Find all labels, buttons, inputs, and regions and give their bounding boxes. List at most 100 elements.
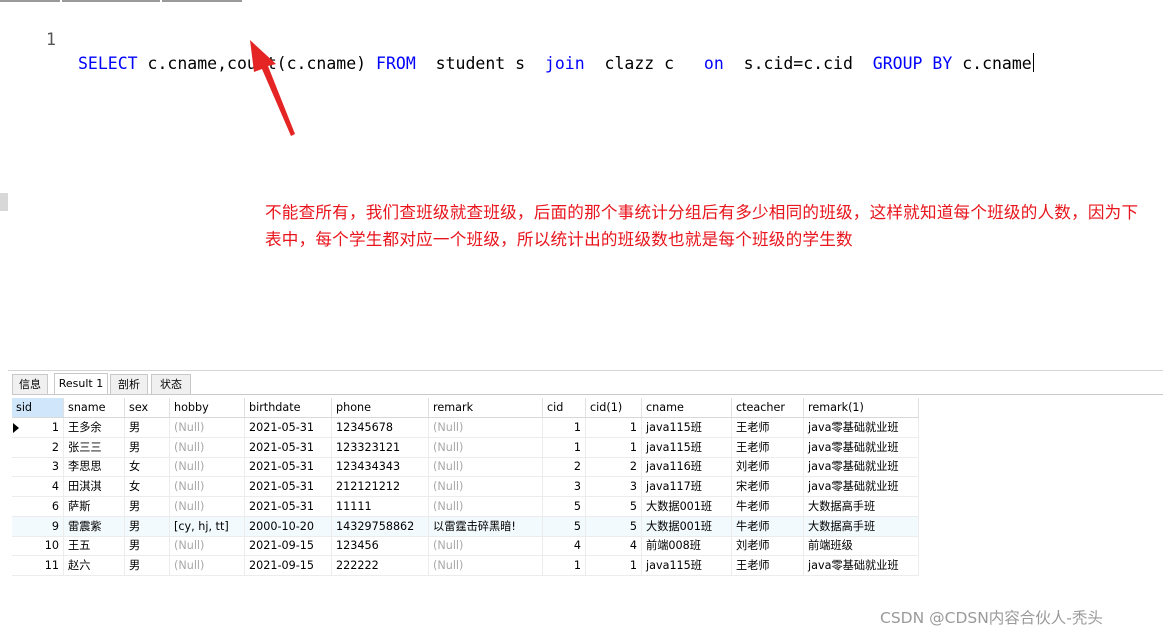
table-cell[interactable]: 2 bbox=[12, 437, 64, 457]
table-cell[interactable]: java零基础就业班 bbox=[804, 418, 919, 437]
table-cell[interactable]: 大数据001班 bbox=[642, 496, 732, 516]
table-cell[interactable]: 2021-05-31 bbox=[245, 496, 332, 516]
table-row[interactable]: 6 萨斯男 (Null) 2021-05-31 11111 (Null) 5 5 大数据001班… bbox=[12, 496, 919, 517]
table-row[interactable]: 4 田淇淇女 (Null) 2021-05-31 212121212 (Null) 3 3 ja… bbox=[12, 477, 919, 498]
table-cell[interactable]: 男 bbox=[125, 437, 170, 457]
table-cell[interactable]: 4 bbox=[586, 536, 642, 556]
table-cell[interactable]: 222222 bbox=[332, 555, 429, 575]
table-cell[interactable]: 萨斯 bbox=[64, 496, 125, 516]
table-cell[interactable]: 雷震紫 bbox=[64, 516, 125, 536]
table-cell[interactable]: 张三三 bbox=[64, 437, 125, 457]
table-cell[interactable]: 5 bbox=[586, 516, 642, 536]
table-cell[interactable]: 3 bbox=[543, 477, 586, 497]
table-cell[interactable]: java115班 bbox=[642, 418, 732, 437]
table-cell[interactable]: 3 bbox=[12, 457, 64, 477]
table-cell[interactable]: [cy, hj, tt] bbox=[170, 516, 245, 536]
table-cell[interactable]: 男 bbox=[125, 418, 170, 437]
table-cell[interactable]: 大数据高手班 bbox=[804, 496, 919, 516]
tab-profile[interactable]: 剖析 bbox=[110, 374, 148, 394]
table-cell[interactable]: (Null) bbox=[170, 496, 245, 516]
tab-result-1[interactable]: Result 1 bbox=[54, 373, 108, 395]
table-cell[interactable]: 王多余 bbox=[64, 418, 125, 437]
table-cell[interactable]: 2000-10-20 bbox=[245, 516, 332, 536]
table-cell[interactable]: 女 bbox=[125, 457, 170, 477]
table-cell[interactable]: (Null) bbox=[170, 457, 245, 477]
table-cell[interactable]: (Null) bbox=[170, 477, 245, 497]
table-cell[interactable]: 2 bbox=[543, 457, 586, 477]
table-cell[interactable]: 1 bbox=[543, 418, 586, 437]
table-cell[interactable]: 2021-05-31 bbox=[245, 418, 332, 437]
table-cell[interactable]: 刘老师 bbox=[732, 536, 804, 556]
table-row[interactable]: 9 雷震紫男 [cy, hj, tt] 2000-10-20 14329758862 以雷… bbox=[12, 516, 919, 537]
table-cell[interactable]: (Null) bbox=[429, 418, 543, 437]
table-cell[interactable]: 4 bbox=[543, 536, 586, 556]
column-header-sname[interactable]: sname bbox=[64, 398, 125, 417]
table-cell[interactable]: java零基础就业班 bbox=[804, 437, 919, 457]
table-cell[interactable]: 123456 bbox=[332, 536, 429, 556]
table-row[interactable]: 2 张三三男 (Null) 2021-05-31 123323121 (Null) 1 1 ja… bbox=[12, 437, 919, 458]
table-cell[interactable]: 前端008班 bbox=[642, 536, 732, 556]
column-header-remark[interactable]: remark bbox=[429, 398, 543, 417]
table-cell[interactable]: 2021-09-15 bbox=[245, 555, 332, 575]
table-cell[interactable]: 5 bbox=[543, 496, 586, 516]
table-cell[interactable]: (Null) bbox=[170, 418, 245, 437]
table-cell[interactable]: java零基础就业班 bbox=[804, 457, 919, 477]
table-cell[interactable]: 王五 bbox=[64, 536, 125, 556]
table-cell[interactable]: java116班 bbox=[642, 457, 732, 477]
column-header-phone[interactable]: phone bbox=[332, 398, 429, 417]
table-cell[interactable]: 刘老师 bbox=[732, 457, 804, 477]
table-cell[interactable]: 14329758862 bbox=[332, 516, 429, 536]
column-header-cid[interactable]: cid bbox=[543, 398, 586, 417]
table-cell[interactable]: 1 bbox=[586, 418, 642, 437]
table-cell[interactable]: 1 bbox=[543, 555, 586, 575]
tab-status[interactable]: 状态 bbox=[151, 374, 191, 394]
table-cell[interactable]: 男 bbox=[125, 496, 170, 516]
table-cell[interactable]: java117班 bbox=[642, 477, 732, 497]
column-header-sid[interactable]: sid bbox=[12, 398, 64, 417]
table-cell[interactable]: 以雷霆击碎黑暗! bbox=[429, 516, 543, 536]
table-cell[interactable]: java115班 bbox=[642, 555, 732, 575]
table-cell[interactable]: (Null) bbox=[429, 536, 543, 556]
table-cell[interactable]: (Null) bbox=[170, 437, 245, 457]
table-row[interactable]: 3 李思思女 (Null) 2021-05-31 123434343 (Null) 2 2 ja… bbox=[12, 457, 919, 478]
table-cell[interactable]: 12345678 bbox=[332, 418, 429, 437]
table-cell[interactable]: 1 bbox=[543, 437, 586, 457]
table-cell[interactable]: 3 bbox=[586, 477, 642, 497]
table-cell[interactable]: 2021-05-31 bbox=[245, 457, 332, 477]
table-cell[interactable]: (Null) bbox=[170, 555, 245, 575]
table-cell[interactable]: (Null) bbox=[429, 457, 543, 477]
table-cell[interactable]: 123434343 bbox=[332, 457, 429, 477]
table-row[interactable]: 10 王五男 (Null) 2021-09-15 123456 (Null) 4 4 前端008… bbox=[12, 536, 919, 557]
table-row[interactable]: 1 王多余男 (Null) 2021-05-31 12345678 (Null) 1 1 jav… bbox=[12, 418, 919, 438]
table-row[interactable]: 11 赵六男 (Null) 2021-09-15 222222 (Null) 1 1 java1… bbox=[12, 555, 919, 576]
column-header-sex[interactable]: sex bbox=[125, 398, 170, 417]
table-cell[interactable]: 牛老师 bbox=[732, 496, 804, 516]
sql-editor[interactable]: 1 SELECT c.cname,count(c.cname) FROM stu… bbox=[0, 0, 1163, 330]
table-cell[interactable]: (Null) bbox=[170, 536, 245, 556]
table-cell[interactable]: 2021-05-31 bbox=[245, 437, 332, 457]
table-cell[interactable]: 11 bbox=[12, 555, 64, 575]
column-header-hobby[interactable]: hobby bbox=[170, 398, 245, 417]
table-cell[interactable]: 大数据高手班 bbox=[804, 516, 919, 536]
table-cell[interactable]: 田淇淇 bbox=[64, 477, 125, 497]
column-header-cteacher[interactable]: cteacher bbox=[732, 398, 804, 417]
table-cell[interactable]: 9 bbox=[12, 516, 64, 536]
table-cell[interactable]: 宋老师 bbox=[732, 477, 804, 497]
table-cell[interactable]: 1 bbox=[586, 437, 642, 457]
table-cell[interactable]: (Null) bbox=[429, 555, 543, 575]
table-cell[interactable]: 男 bbox=[125, 516, 170, 536]
table-cell[interactable]: 2 bbox=[586, 457, 642, 477]
table-cell[interactable]: 王老师 bbox=[732, 437, 804, 457]
sql-query-text[interactable]: SELECT c.cname,count(c.cname) FROM stude… bbox=[78, 52, 1034, 76]
table-cell[interactable]: 王老师 bbox=[732, 555, 804, 575]
table-cell[interactable]: 10 bbox=[12, 536, 64, 556]
table-cell[interactable]: 1 bbox=[586, 555, 642, 575]
table-cell[interactable]: 1 bbox=[12, 418, 64, 437]
table-cell[interactable]: 李思思 bbox=[64, 457, 125, 477]
table-cell[interactable]: 男 bbox=[125, 536, 170, 556]
table-cell[interactable]: (Null) bbox=[429, 477, 543, 497]
table-cell[interactable]: 123323121 bbox=[332, 437, 429, 457]
table-cell[interactable]: 前端班级 bbox=[804, 536, 919, 556]
table-cell[interactable]: 5 bbox=[586, 496, 642, 516]
table-cell[interactable]: 赵六 bbox=[64, 555, 125, 575]
